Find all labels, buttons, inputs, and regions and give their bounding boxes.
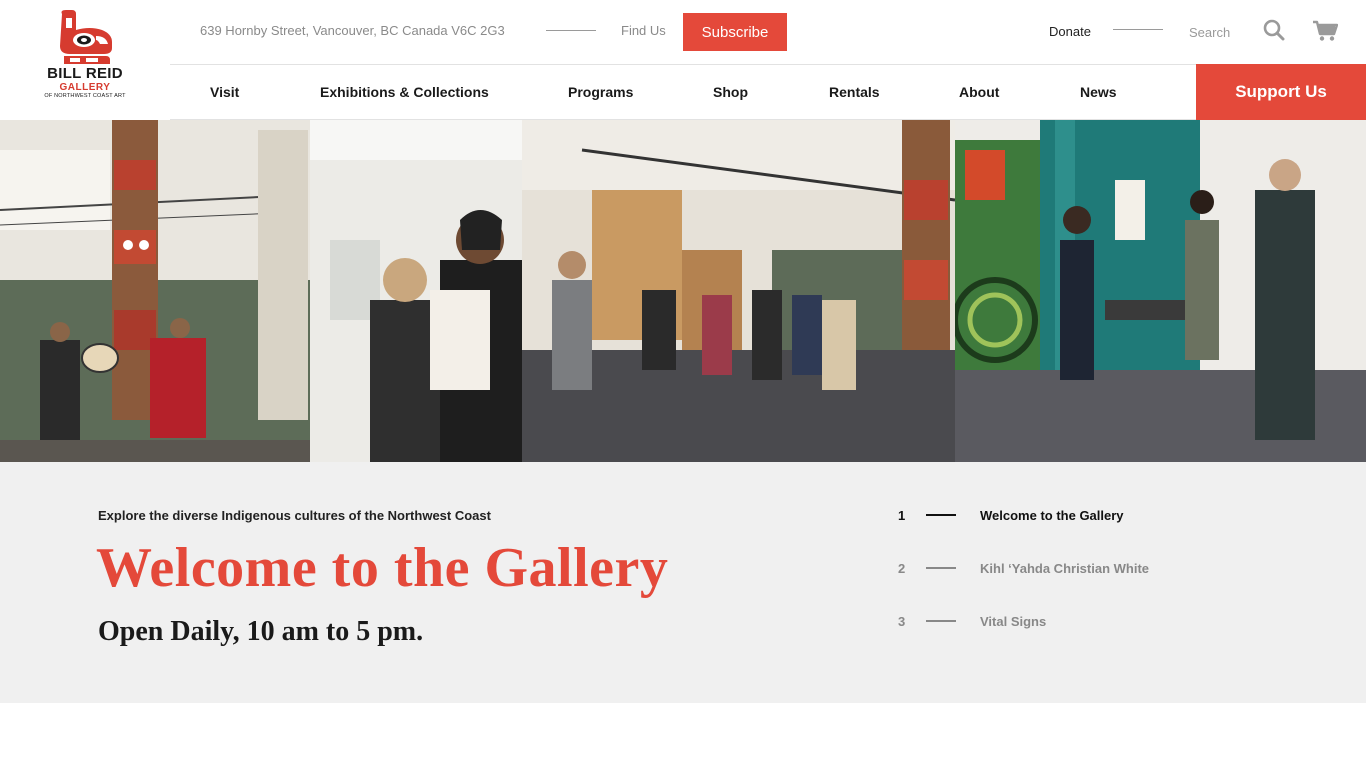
divider-line — [1113, 29, 1163, 30]
utility-bar: 639 Hornby Street, Vancouver, BC Canada … — [170, 0, 1366, 64]
slide-label: Vital Signs — [980, 613, 1047, 629]
search-icon[interactable] — [1263, 19, 1285, 41]
hero-title: Welcome to the Gallery — [96, 537, 669, 599]
logo-line-3: OF NORTHWEST COAST ART — [44, 93, 126, 99]
raven-logo-icon — [60, 10, 112, 64]
nav-item-visit[interactable]: Visit — [210, 84, 239, 100]
nav-item-shop[interactable]: Shop — [713, 84, 748, 100]
slide-label: Welcome to the Gallery — [980, 507, 1124, 523]
slide-indicator-2[interactable]: 2 Kihl ‘Yahda Christian White — [898, 558, 1149, 578]
logo-line-2: GALLERY — [59, 82, 111, 93]
slide-number: 2 — [898, 560, 906, 576]
slide-indicator-1[interactable]: 1 Welcome to the Gallery — [898, 505, 1124, 525]
nav-item-exhibitions[interactable]: Exhibitions & Collections — [320, 84, 489, 100]
slide-number: 1 — [898, 507, 906, 523]
photo-visitors-closeup — [310, 120, 522, 462]
hero-eyebrow: Explore the diverse Indigenous cultures … — [98, 508, 491, 523]
slide-bar — [926, 514, 956, 516]
hero-subtitle: Open Daily, 10 am to 5 pm. — [98, 616, 424, 647]
support-us-button[interactable]: Support Us — [1196, 64, 1366, 120]
slide-label: Kihl ‘Yahda Christian White — [980, 560, 1150, 576]
hero-info-band: Explore the diverse Indigenous cultures … — [0, 462, 1366, 703]
subscribe-button[interactable]: Subscribe — [683, 13, 787, 51]
main-nav: Visit Exhibitions & Collections Programs… — [170, 64, 1196, 120]
slide-bar — [926, 567, 956, 569]
photo-totem-performers — [0, 120, 310, 462]
nav-item-programs[interactable]: Programs — [568, 84, 633, 100]
photo-painting-visitors — [955, 120, 1366, 462]
logo-line-1: BILL REID — [47, 65, 123, 82]
divider-line — [546, 30, 596, 31]
search-input[interactable]: Search — [1189, 25, 1230, 40]
photo-gallery-hall — [522, 120, 955, 462]
nav-item-rentals[interactable]: Rentals — [829, 84, 880, 100]
slide-number: 3 — [898, 613, 906, 629]
donate-link[interactable]: Donate — [1049, 24, 1091, 39]
gallery-logo[interactable]: BILL REID GALLERY OF NORTHWEST COAST ART — [0, 0, 170, 120]
hero-image-collage — [0, 120, 1366, 462]
address-text: 639 Hornby Street, Vancouver, BC Canada … — [200, 23, 505, 38]
nav-item-about[interactable]: About — [959, 84, 999, 100]
find-us-link[interactable]: Find Us — [621, 23, 666, 38]
nav-item-news[interactable]: News — [1080, 84, 1117, 100]
cart-icon[interactable] — [1312, 20, 1338, 42]
slide-bar — [926, 620, 956, 622]
slide-indicator-3[interactable]: 3 Vital Signs — [898, 611, 1046, 631]
